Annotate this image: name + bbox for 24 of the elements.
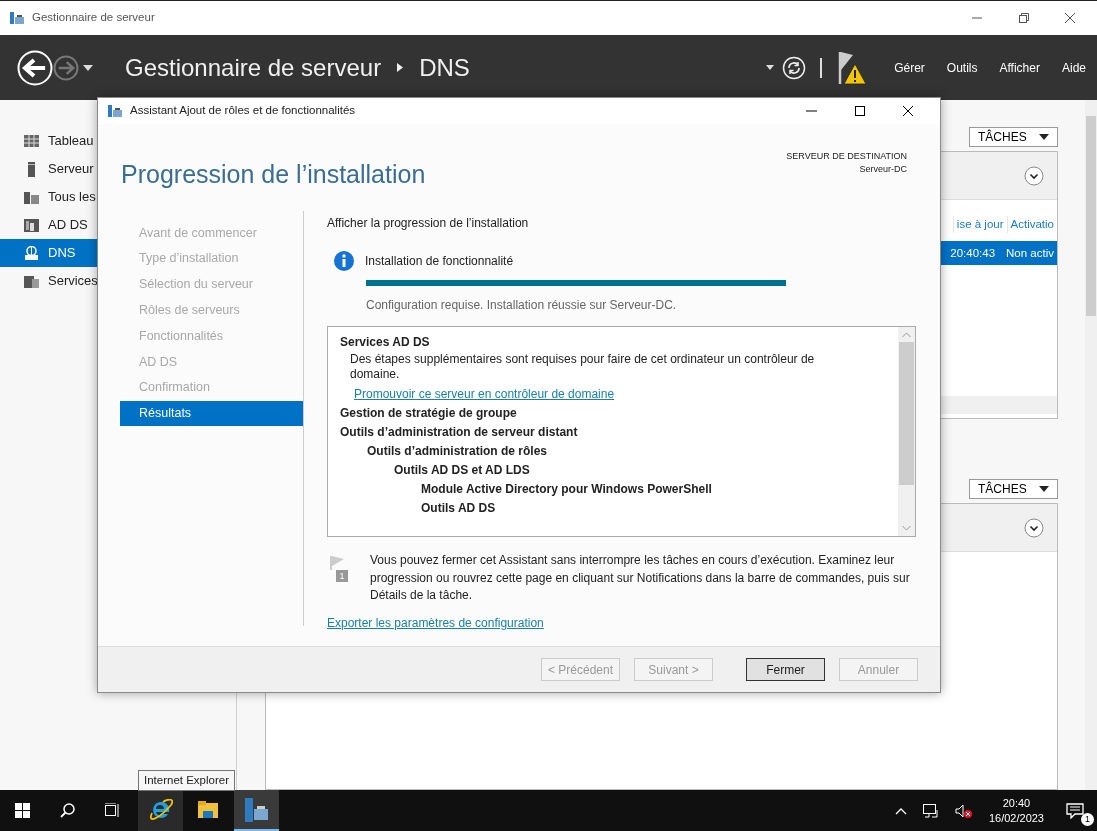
section-title: Afficher la progression de l’installation <box>327 215 530 232</box>
clock-date: 16/02/2023 <box>988 810 1044 826</box>
result-item: Outils AD DS <box>421 501 497 516</box>
note-text: Vous pouvez fermer cet Assistant sans interrompre les tâches en cours d’exécution. Examinez leur progression ou rouvrez cette page en cliquant sur Notifications dans la barre de commandes, puis sur Détails de la tâche. <box>370 552 911 604</box>
table-cell-text: Non activ <box>1005 245 1055 261</box>
result-item: Outils d’administration de rôles <box>367 444 549 459</box>
clock-time: 20:40 <box>1001 795 1032 811</box>
notification-count: 1 <box>1081 813 1094 826</box>
tooltip: Internet Explorer <box>138 770 235 792</box>
destination-server: Serveur-DC <box>858 163 907 176</box>
result-item: Module Active Directory pour Windows PowerShell <box>421 482 713 497</box>
destination-label: SERVEUR DE DESTINATION <box>786 150 907 163</box>
status-message: Configuration requise. Installation réussie sur Serveur-DC. <box>366 297 678 314</box>
result-item: Gestion de stratégie de groupe <box>340 406 518 421</box>
wizard-heading: Progression de l’installation <box>121 159 426 190</box>
window-title: Gestionnaire de serveur <box>32 10 155 26</box>
dialog-title: Assistant Ajout de rôles et de fonctionnalités <box>130 103 356 119</box>
table-cell-text: 20:40:43 <box>949 245 997 261</box>
result-item: Services AD DS <box>340 335 431 350</box>
result-item: Outils d’administration de serveur distant <box>340 425 579 440</box>
notification-badge: 1 <box>336 570 348 582</box>
result-item: Outils AD DS et AD LDS <box>394 463 531 478</box>
result-description: Des étapes supplémentaires sont requises pour faire de cet ordinateur un contrôleur de domaine. <box>350 352 816 382</box>
status-title: Installation de fonctionnalité <box>365 253 514 270</box>
